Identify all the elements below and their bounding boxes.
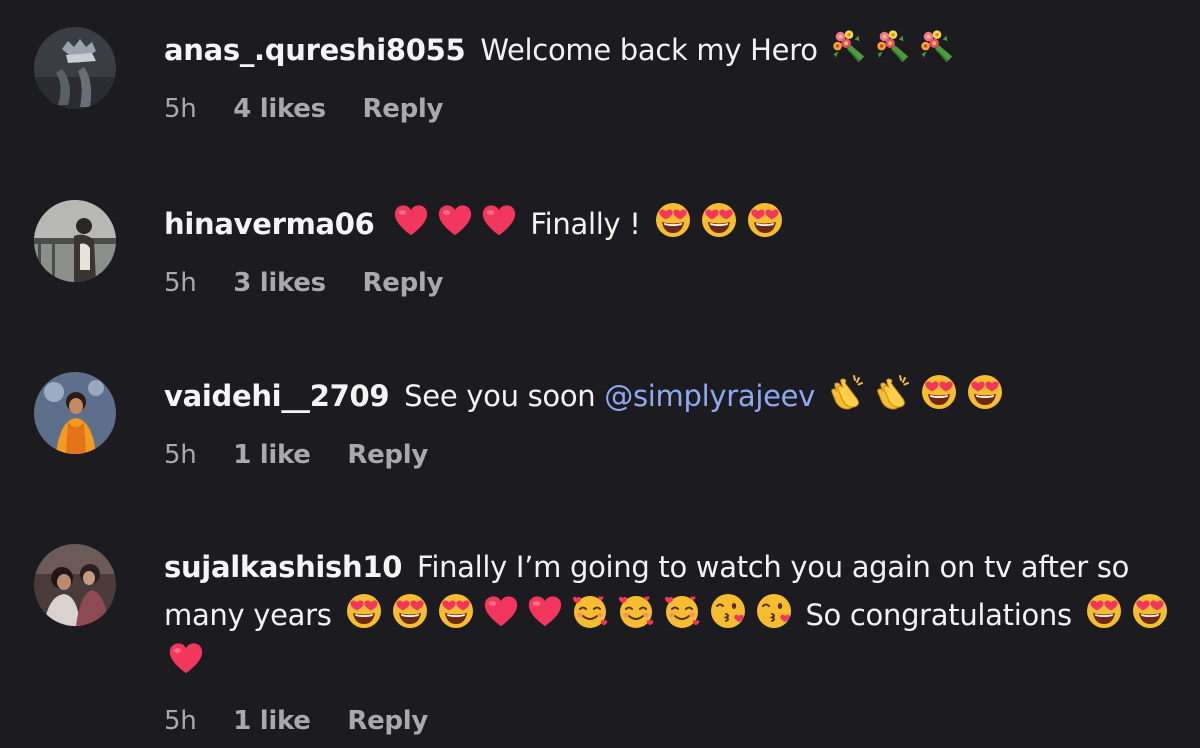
heart-icon: [436, 202, 474, 240]
username[interactable]: anas_.qureshi8055: [164, 33, 466, 67]
heart-eyes-icon: [436, 591, 476, 631]
reply-button[interactable]: Reply: [347, 440, 428, 470]
timestamp: 5h: [164, 706, 197, 736]
avatar[interactable]: [34, 544, 116, 626]
bouquet-icon: [874, 28, 912, 66]
avatar[interactable]: [34, 372, 116, 454]
comment-meta: 5h 4 likes Reply: [164, 94, 1174, 124]
reply-button[interactable]: Reply: [363, 94, 444, 124]
kissing-face-icon: [754, 591, 794, 631]
heart-icon: [526, 593, 564, 631]
clapping-hands-icon: [827, 372, 867, 412]
likes-count[interactable]: 1 like: [233, 440, 311, 470]
comment-meta: 5h 3 likes Reply: [164, 268, 1174, 298]
heart-eyes-icon: [745, 200, 785, 240]
heart-icon: [167, 640, 205, 678]
likes-count[interactable]: 1 like: [233, 706, 311, 736]
comment-text: See you soon: [404, 379, 596, 413]
mention-link[interactable]: @simplyrajeev: [604, 379, 815, 413]
comment-meta: 5h 1 like Reply: [164, 440, 1174, 470]
bouquet-icon: [918, 28, 956, 66]
kissing-face-icon: [708, 591, 748, 631]
heart-icon: [480, 202, 518, 240]
likes-count[interactable]: 4 likes: [233, 94, 326, 124]
username[interactable]: vaidehi__2709: [164, 379, 390, 413]
smiling-hearts-icon: [570, 591, 610, 631]
comment-text-continued: So congratulations: [805, 598, 1072, 632]
heart-eyes-icon: [390, 591, 430, 631]
heart-eyes-icon: [344, 591, 384, 631]
heart-eyes-icon: [919, 372, 959, 412]
timestamp: 5h: [164, 268, 197, 298]
heart-eyes-icon: [1130, 591, 1170, 631]
avatar[interactable]: [34, 200, 116, 282]
heart-eyes-icon: [699, 200, 739, 240]
heart-eyes-icon: [1084, 591, 1124, 631]
username[interactable]: hinaverma06: [164, 207, 375, 241]
heart-eyes-icon: [965, 372, 1005, 412]
comment-text: Finally !: [530, 207, 641, 241]
timestamp: 5h: [164, 94, 197, 124]
heart-icon: [392, 202, 430, 240]
timestamp: 5h: [164, 440, 197, 470]
comments-list: anas_.qureshi8055 Welcome back my Hero 5…: [0, 0, 1200, 748]
reply-button[interactable]: Reply: [363, 268, 444, 298]
reply-button[interactable]: Reply: [347, 706, 428, 736]
smiling-hearts-icon: [616, 591, 656, 631]
clapping-hands-icon: [873, 372, 913, 412]
username[interactable]: sujalkashish10: [164, 550, 402, 584]
avatar[interactable]: [34, 27, 116, 109]
comment-text: Welcome back my Hero: [480, 33, 818, 67]
heart-icon: [482, 593, 520, 631]
bouquet-icon: [830, 28, 868, 66]
heart-eyes-icon: [653, 200, 693, 240]
smiling-hearts-icon: [662, 591, 702, 631]
likes-count[interactable]: 3 likes: [233, 268, 326, 298]
comment-meta: 5h 1 like Reply: [164, 706, 1174, 736]
